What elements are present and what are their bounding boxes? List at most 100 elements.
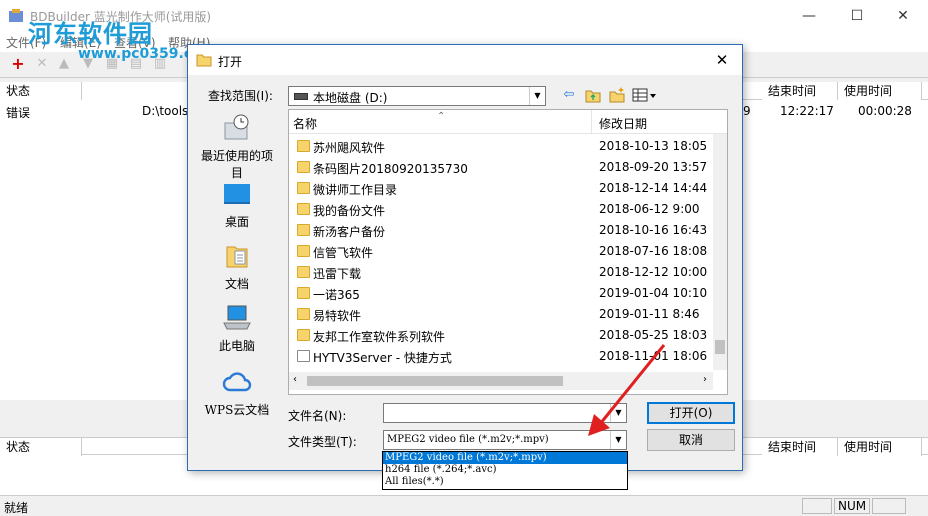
file-row[interactable]: 我的备份文件 2018-06-12 9:00 bbox=[289, 199, 713, 220]
place-documents-label: 文档 bbox=[224, 277, 249, 291]
file-name: 易特软件 bbox=[313, 309, 362, 323]
app-statusbar: 就绪 NUM bbox=[0, 495, 928, 515]
watermark-url: www.pc0359.cn bbox=[78, 46, 203, 62]
dialog-titlebar[interactable]: 打开 ✕ bbox=[188, 45, 742, 75]
status-pane-empty bbox=[802, 498, 832, 514]
row-path: D:\tools bbox=[142, 104, 189, 118]
file-row[interactable]: 迅雷下载 2018-12-12 10:00 bbox=[289, 262, 713, 283]
app-logo-icon bbox=[9, 9, 23, 22]
remove-icon[interactable]: ✕ bbox=[34, 56, 50, 72]
up-icon[interactable]: ▲ bbox=[56, 56, 72, 72]
folder-icon bbox=[297, 287, 310, 299]
column-end-time[interactable]: 结束时间 bbox=[762, 82, 838, 100]
column-path[interactable] bbox=[82, 82, 188, 100]
column-name[interactable]: 名称 bbox=[293, 115, 317, 132]
file-name: 信管飞软件 bbox=[313, 246, 374, 260]
cancel-button[interactable]: 取消 bbox=[647, 429, 735, 451]
lookin-value: 本地磁盘 (D:) bbox=[313, 91, 388, 105]
maximize-button[interactable]: ☐ bbox=[834, 0, 880, 32]
status-pane-empty-2 bbox=[872, 498, 906, 514]
chevron-down-icon[interactable]: ▼ bbox=[529, 87, 545, 105]
scroll-left-icon[interactable]: ‹ bbox=[293, 374, 297, 385]
folder-icon bbox=[297, 224, 310, 236]
chevron-down-icon[interactable]: ▼ bbox=[610, 404, 626, 422]
column-modified-date[interactable]: 修改日期 bbox=[599, 115, 647, 132]
new-folder-icon[interactable] bbox=[608, 86, 626, 104]
place-documents[interactable]: 文档 bbox=[198, 241, 276, 292]
filetype-combo[interactable]: MPEG2 video file (*.m2v;*.mpv) ▼ bbox=[383, 430, 627, 450]
filetype-option-h264[interactable]: h264 file (*.264;*.avc) bbox=[383, 464, 627, 476]
documents-icon bbox=[226, 246, 248, 268]
place-recent-label: 最近使用的项目 bbox=[200, 149, 273, 180]
filetype-option-mpeg2[interactable]: MPEG2 video file (*.m2v;*.mpv) bbox=[383, 452, 627, 464]
file-row[interactable]: 苏州飓风软件 2018-10-13 18:05 bbox=[289, 136, 713, 157]
filetype-value: MPEG2 video file (*.m2v;*.mpv) bbox=[387, 434, 549, 445]
file-date: 2019-01-11 8:46 bbox=[599, 307, 700, 321]
open-file-dialog: 打开 ✕ 查找范围(I): 本地磁盘 (D:) ▼ ⇦ 最近使用的项目 桌面 文… bbox=[187, 44, 743, 471]
column-used-time[interactable]: 使用时间 bbox=[838, 82, 922, 100]
minimize-button[interactable]: — bbox=[786, 0, 832, 32]
place-recent[interactable]: 最近使用的项目 bbox=[198, 113, 276, 181]
lookin-combo[interactable]: 本地磁盘 (D:) ▼ bbox=[288, 86, 546, 106]
back-arrow-icon[interactable]: ⇦ bbox=[560, 86, 578, 104]
shortcut-icon bbox=[297, 350, 310, 362]
vertical-scrollbar[interactable] bbox=[713, 134, 727, 370]
up-folder-icon[interactable] bbox=[584, 86, 602, 104]
file-date: 2018-10-16 16:43 bbox=[599, 223, 708, 237]
column-status[interactable]: 状态 bbox=[0, 82, 82, 100]
place-desktop[interactable]: 桌面 bbox=[198, 179, 276, 230]
place-computer[interactable]: 此电脑 bbox=[198, 303, 276, 354]
file-date: 2018-10-13 18:05 bbox=[599, 139, 708, 153]
file-row[interactable]: 新汤客户备份 2018-10-16 16:43 bbox=[289, 220, 713, 241]
place-wps-cloud[interactable]: WPS云文档 bbox=[198, 367, 276, 418]
open-button[interactable]: 打开(O) bbox=[647, 402, 735, 424]
file-date: 2019-01-04 10:10 bbox=[599, 286, 708, 300]
file-date: 2018-09-20 13:57 bbox=[599, 160, 708, 174]
file-date: 2018-12-14 14:44 bbox=[599, 181, 708, 195]
file-row[interactable]: 一诺365 2019-01-04 10:10 bbox=[289, 283, 713, 304]
vertical-scroll-thumb[interactable] bbox=[715, 340, 725, 354]
file-name: 我的备份文件 bbox=[313, 204, 386, 218]
sort-up-icon: ⌃ bbox=[437, 111, 446, 122]
filename-input[interactable]: ▼ bbox=[383, 403, 627, 423]
filetype-label: 文件类型(T): bbox=[288, 435, 357, 449]
file-row[interactable]: 友邦工作室软件系列软件 2018-05-25 18:03 bbox=[289, 325, 713, 346]
file-row[interactable]: 微讲师工作目录 2018-12-14 14:44 bbox=[289, 178, 713, 199]
add-icon[interactable]: + bbox=[10, 56, 26, 72]
desktop-icon bbox=[224, 184, 250, 204]
horizontal-scroll-thumb[interactable] bbox=[307, 376, 563, 386]
close-app-button[interactable]: ✕ bbox=[880, 0, 926, 32]
log-column-end-time[interactable]: 结束时间 bbox=[762, 438, 838, 456]
drive-icon bbox=[294, 93, 308, 100]
row-end-time: 12:22:17 bbox=[780, 104, 834, 118]
file-row[interactable]: HYTV3Server - 快捷方式 2018-11-01 18:06 bbox=[289, 346, 713, 367]
file-date: 2018-12-12 10:00 bbox=[599, 265, 708, 279]
file-row[interactable]: 易特软件 2019-01-11 8:46 bbox=[289, 304, 713, 325]
watermark-logo: 河东软件园 bbox=[28, 19, 153, 48]
cloud-icon bbox=[222, 372, 252, 392]
file-name: 友邦工作室软件系列软件 bbox=[313, 330, 446, 344]
file-name: 条码图片20180920135730 bbox=[313, 162, 468, 176]
column-separator[interactable] bbox=[591, 110, 592, 134]
horizontal-scrollbar[interactable]: ‹ › bbox=[289, 372, 713, 390]
file-list-header: 名称 ⌃ 修改日期 bbox=[289, 110, 727, 134]
file-list[interactable]: 名称 ⌃ 修改日期 苏州飓风软件 2018-10-13 18:05 条码图片2018… bbox=[288, 109, 728, 395]
view-menu-icon[interactable] bbox=[632, 86, 658, 104]
file-name: 微讲师工作目录 bbox=[313, 183, 398, 197]
place-wps-cloud-label: WPS云文档 bbox=[204, 403, 270, 417]
filetype-option-all[interactable]: All files(*.*) bbox=[383, 476, 627, 488]
scroll-right-icon[interactable]: › bbox=[703, 374, 707, 385]
file-date: 2018-11-01 18:06 bbox=[599, 349, 708, 363]
folder-icon bbox=[297, 308, 310, 320]
file-name: 迅雷下载 bbox=[313, 267, 362, 281]
place-computer-label: 此电脑 bbox=[218, 339, 255, 353]
dialog-close-button[interactable]: ✕ bbox=[708, 49, 736, 71]
filetype-dropdown-list[interactable]: MPEG2 video file (*.m2v;*.mpv) h264 file… bbox=[382, 451, 628, 490]
folder-icon bbox=[297, 245, 310, 257]
log-column-status[interactable]: 状态 bbox=[0, 438, 82, 456]
row-status: 错误 bbox=[6, 106, 31, 120]
chevron-down-icon[interactable]: ▼ bbox=[610, 431, 626, 449]
file-row[interactable]: 条码图片20180920135730 2018-09-20 13:57 bbox=[289, 157, 713, 178]
file-row[interactable]: 信管飞软件 2018-07-16 18:08 bbox=[289, 241, 713, 262]
log-column-used-time[interactable]: 使用时间 bbox=[838, 438, 922, 456]
